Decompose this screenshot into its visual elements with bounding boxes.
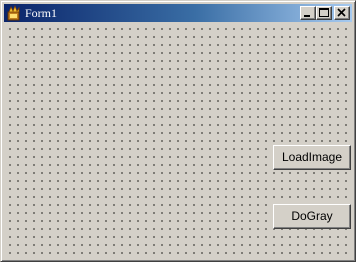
maximize-icon — [319, 8, 329, 17]
maximize-button[interactable] — [316, 6, 332, 20]
close-icon — [337, 8, 346, 17]
load-image-button[interactable]: LoadImage — [273, 145, 351, 170]
form1-window: Form1 LoadImage DoGray — [0, 0, 356, 262]
do-gray-button[interactable]: DoGray — [273, 204, 351, 229]
delphi-form-icon[interactable] — [6, 4, 22, 21]
minimize-button[interactable] — [300, 6, 316, 20]
window-title: Form1 — [25, 6, 58, 20]
close-button[interactable] — [334, 6, 350, 20]
title-bar[interactable]: Form1 — [4, 4, 352, 22]
minimize-icon — [304, 15, 310, 17]
